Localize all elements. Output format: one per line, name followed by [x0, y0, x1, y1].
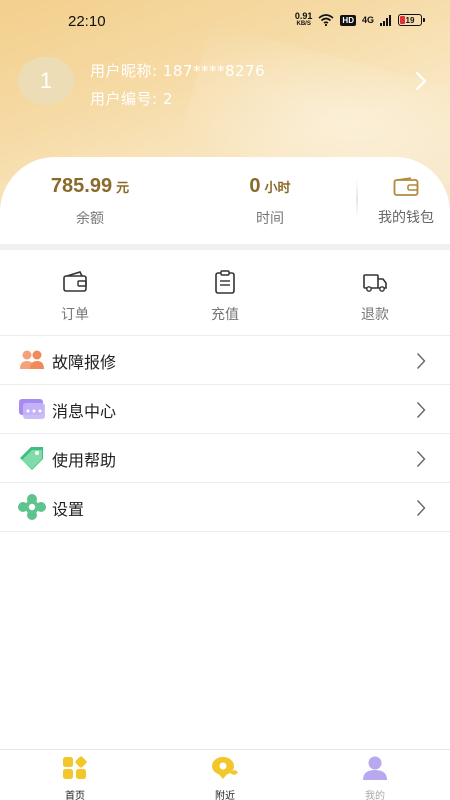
orders-label: 订单 — [61, 307, 89, 323]
time-label: 时间 — [256, 211, 284, 227]
recharge-label: 充值 — [211, 307, 239, 323]
status-icons: 0.91 KB/S HD 4G 19 — [294, 11, 425, 28]
divider — [356, 179, 358, 219]
stats-card: 785.99 元 余额 0 小时 时间 我的钱包 — [0, 157, 450, 245]
recharge-button[interactable]: 充值 — [185, 270, 265, 324]
chevron-right-icon — [416, 500, 426, 516]
time-unit: 小时 — [264, 180, 291, 195]
balance-unit: 元 — [116, 180, 130, 195]
user-id: 用户编号: 2 — [90, 90, 173, 108]
profile-info[interactable]: 用户昵称: 187****8276 用户编号: 2 — [90, 57, 265, 113]
menu-item-messages[interactable]: 消息中心 — [0, 385, 450, 434]
chevron-right-icon[interactable] — [414, 70, 428, 92]
chevron-right-icon — [416, 451, 426, 467]
battery-icon: 19 — [398, 14, 425, 26]
nav-label-nearby: 附近 — [215, 791, 235, 800]
chevron-right-icon — [416, 402, 426, 418]
menu-label-messages: 消息中心 — [52, 402, 117, 421]
menu-item-help[interactable]: 使用帮助 — [0, 434, 450, 483]
bottom-nav: 首页 附近 我的 — [0, 749, 450, 800]
wifi-icon — [318, 14, 334, 26]
nav-mine[interactable]: 我的 — [335, 756, 415, 800]
users-icon — [20, 350, 44, 369]
user-nickname: 用户昵称: 187****8276 — [90, 62, 266, 80]
nav-home[interactable]: 首页 — [35, 756, 115, 800]
person-icon — [363, 756, 387, 780]
signal-icon — [380, 14, 391, 26]
truck-icon — [363, 274, 387, 292]
wallet-label: 我的钱包 — [378, 210, 434, 226]
home-grid-icon — [63, 756, 87, 779]
status-time: 22:10 — [68, 13, 106, 30]
clipboard-icon — [215, 270, 235, 294]
avatar[interactable]: 1 — [18, 57, 74, 105]
refund-button[interactable]: 退款 — [335, 270, 415, 324]
quick-actions: 订单 充值 退款 — [0, 250, 450, 336]
wallet-icon — [63, 271, 87, 292]
signal-type: 4G — [361, 15, 374, 25]
tag-icon — [20, 447, 43, 470]
balance-value: 785.99 — [50, 175, 113, 197]
menu-label-settings: 设置 — [52, 500, 85, 519]
message-icon — [19, 399, 45, 419]
menu-item-repair[interactable]: 故障报修 — [0, 336, 450, 385]
menu-label-help: 使用帮助 — [52, 451, 117, 470]
time-value: 0 — [249, 175, 261, 197]
refund-label: 退款 — [361, 307, 389, 323]
hd-badge: HD — [340, 14, 356, 26]
status-bar: 22:10 0.91 KB/S HD 4G 19 — [0, 0, 450, 44]
flower-gear-icon — [18, 494, 46, 520]
nav-label-home: 首页 — [65, 791, 85, 800]
my-wallet-button[interactable]: 我的钱包 — [370, 177, 442, 227]
time-stat[interactable]: 0 小时 时间 — [230, 175, 310, 228]
nav-label-mine: 我的 — [365, 791, 385, 800]
nav-nearby[interactable]: 附近 — [185, 756, 265, 800]
menu-item-settings[interactable]: 设置 — [0, 483, 450, 532]
network-speed: 0.91 KB/S — [294, 11, 313, 28]
menu-list: 故障报修 消息中心 使用帮助 设置 — [0, 335, 450, 532]
balance-label: 余额 — [76, 211, 104, 227]
location-icon — [212, 757, 238, 779]
balance-stat[interactable]: 785.99 元 余额 — [38, 175, 142, 228]
orders-button[interactable]: 订单 — [35, 270, 115, 324]
chevron-right-icon — [416, 353, 426, 369]
wallet-icon — [393, 177, 419, 196]
menu-label-repair: 故障报修 — [52, 353, 117, 372]
